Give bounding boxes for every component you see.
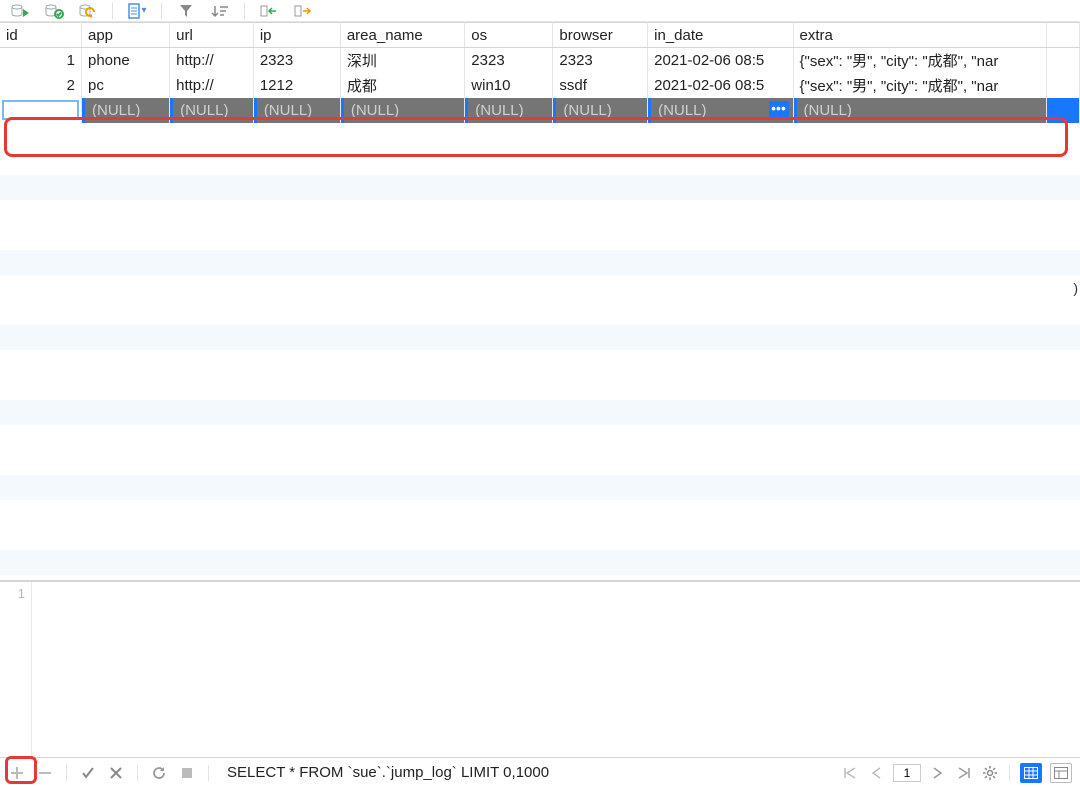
new-row-null[interactable]: (NULL) [170,98,254,123]
status-separator [208,765,209,781]
script-pane[interactable]: 1 [0,581,1080,757]
cell-id[interactable]: 2 [0,73,82,98]
page-input[interactable] [893,764,921,782]
document-icon[interactable]: ▾ [123,2,151,20]
status-bar: SELECT * FROM `sue`.`jump_log` LIMIT 0,1… [0,757,1080,787]
db-rollback-icon[interactable] [74,2,102,20]
db-run-icon[interactable] [6,2,34,20]
last-page-button[interactable] [955,764,973,782]
prev-page-button[interactable] [867,764,885,782]
col-area-name[interactable]: area_name [340,23,464,48]
cell-os[interactable]: win10 [465,73,553,98]
first-page-button[interactable] [841,764,859,782]
status-separator [1009,765,1010,781]
header-row[interactable]: id app url ip area_name os browser in_da… [0,23,1080,48]
new-row-id-input-cell[interactable] [0,98,82,123]
cell-url[interactable]: http:// [170,73,254,98]
new-row-id-input[interactable] [2,100,79,120]
col-ip[interactable]: ip [253,23,340,48]
new-row-null[interactable]: (NULL) [340,98,464,123]
data-row[interactable]: 2 pc http:// 1212 成都 win10 ssdf 2021-02-… [0,73,1080,98]
cell-tail [1046,48,1079,73]
grid-view-button[interactable] [1020,763,1042,783]
cell-in-date[interactable]: 2021-02-06 08:5 [648,73,793,98]
cell-tail [1046,73,1079,98]
cell-url[interactable]: http:// [170,48,254,73]
line-number: 1 [18,586,25,601]
cell-ip[interactable]: 2323 [253,48,340,73]
new-row-null[interactable]: (NULL) [553,98,648,123]
stray-paren: ) [1073,280,1078,296]
ellipsis-button[interactable]: ••• [769,101,789,119]
new-row-null[interactable]: (NULL) [82,98,170,123]
new-row-null[interactable]: (NULL) [253,98,340,123]
col-app[interactable]: app [82,23,170,48]
cell-extra[interactable]: {"sex": "男", "city": "成都", "nar [793,48,1046,73]
new-row-tail [1046,98,1079,123]
line-gutter: 1 [0,582,32,757]
refresh-button[interactable] [150,764,168,782]
export-icon[interactable] [289,2,317,20]
settings-icon[interactable] [981,764,999,782]
import-icon[interactable] [255,2,283,20]
cell-app[interactable]: phone [82,48,170,73]
add-row-button[interactable] [8,764,26,782]
cell-os[interactable]: 2323 [465,48,553,73]
col-extra[interactable]: extra [793,23,1046,48]
next-page-button[interactable] [929,764,947,782]
status-separator [137,765,138,781]
remove-row-button[interactable] [36,764,54,782]
filter-icon[interactable] [172,2,200,20]
form-view-button[interactable] [1050,763,1072,783]
new-row-null[interactable]: (NULL) [793,98,1046,123]
col-in-date[interactable]: in_date [648,23,793,48]
sql-text: SELECT * FROM `sue`.`jump_log` LIMIT 0,1… [227,764,831,781]
cell-browser[interactable]: ssdf [553,73,648,98]
cell-browser[interactable]: 2323 [553,48,648,73]
grid-filler [0,150,1080,580]
db-commit-icon[interactable] [40,2,68,20]
cell-area[interactable]: 成都 [340,73,464,98]
sort-icon[interactable] [206,2,234,20]
status-separator [66,765,67,781]
toolbar-separator [161,3,162,19]
cell-app[interactable]: pc [82,73,170,98]
top-toolbar: ▾ [0,0,1080,22]
col-browser[interactable]: browser [553,23,648,48]
new-row-null[interactable]: (NULL) [465,98,553,123]
data-row[interactable]: 1 phone http:// 2323 深圳 2323 2323 2021-0… [0,48,1080,73]
col-id[interactable]: id [0,23,82,48]
cell-extra[interactable]: {"sex": "男", "city": "成都", "nar [793,73,1046,98]
toolbar-separator [244,3,245,19]
cell-id[interactable]: 1 [0,48,82,73]
cell-ip[interactable]: 1212 [253,73,340,98]
result-grid[interactable]: id app url ip area_name os browser in_da… [0,22,1080,581]
new-row-null[interactable]: (NULL)••• [648,98,793,123]
new-row[interactable]: (NULL) (NULL) (NULL) (NULL) (NULL) (NULL… [0,98,1080,123]
toolbar-separator [112,3,113,19]
confirm-button[interactable] [79,764,97,782]
col-url[interactable]: url [170,23,254,48]
cell-area[interactable]: 深圳 [340,48,464,73]
col-tail [1046,23,1079,48]
cancel-button[interactable] [107,764,125,782]
pagination [841,763,1072,783]
cell-in-date[interactable]: 2021-02-06 08:5 [648,48,793,73]
stop-button[interactable] [178,764,196,782]
col-os[interactable]: os [465,23,553,48]
